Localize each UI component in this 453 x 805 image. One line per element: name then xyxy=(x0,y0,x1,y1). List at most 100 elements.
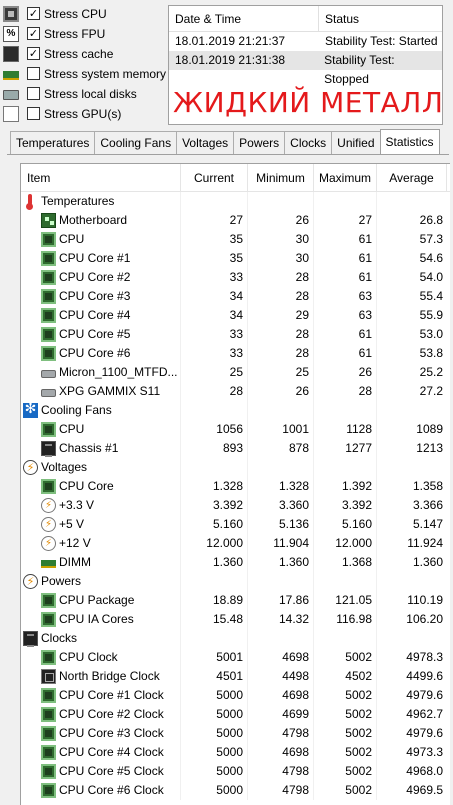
table-row[interactable]: CPU Core #2 Clock 5000 4699 5002 4962.7 xyxy=(21,705,450,724)
cell-maximum: 61 xyxy=(314,344,377,363)
table-row[interactable]: DIMM 1.360 1.360 1.368 1.360 xyxy=(21,553,450,572)
table-row[interactable]: CPU IA Cores 15.48 14.32 116.98 106.20 xyxy=(21,610,450,629)
cell-current: 34 xyxy=(181,287,248,306)
statistics-table: Item Current Minimum Maximum Average Tem… xyxy=(20,163,450,805)
log-row[interactable]: 18.01.2019 21:21:37 Stability Test: Star… xyxy=(169,32,442,51)
cell-maximum xyxy=(314,401,377,420)
table-row[interactable]: CPU Core #1 35 30 61 54.6 xyxy=(21,249,450,268)
table-group-row[interactable]: Clocks xyxy=(21,629,450,648)
tab-clocks[interactable]: Clocks xyxy=(284,131,333,154)
cell-maximum: 1.392 xyxy=(314,477,377,496)
log-row[interactable]: 18.01.2019 21:31:38 Stability Test: Stop… xyxy=(169,51,442,86)
cell-current: 5000 xyxy=(181,762,248,781)
table-row[interactable]: Chassis #1 893 878 1277 1213 xyxy=(21,439,450,458)
table-row[interactable]: CPU Core #5 33 28 61 53.0 xyxy=(21,325,450,344)
stress-option-memory[interactable]: Stress system memory xyxy=(3,64,166,83)
cell-item: CPU Core #2 xyxy=(21,268,181,287)
cell-maximum: 61 xyxy=(314,268,377,287)
northbridge-icon xyxy=(41,669,56,684)
table-row[interactable]: CPU 35 30 61 57.3 xyxy=(21,230,450,249)
tab-bar: Temperatures Cooling Fans Voltages Power… xyxy=(10,129,440,154)
cell-current: 33 xyxy=(181,325,248,344)
column-minimum[interactable]: Minimum xyxy=(248,164,314,191)
bolt-icon xyxy=(41,515,56,534)
column-item[interactable]: Item xyxy=(21,164,181,191)
checkbox[interactable] xyxy=(27,107,40,120)
tab-powers[interactable]: Powers xyxy=(233,131,286,154)
cell-maximum: 5002 xyxy=(314,686,377,705)
column-current[interactable]: Current xyxy=(181,164,248,191)
cell-minimum: 28 xyxy=(248,325,314,344)
stress-option-cpu[interactable]: ✓ Stress CPU xyxy=(3,4,107,23)
stress-option-gpu[interactable]: Stress GPU(s) xyxy=(3,104,121,123)
cell-minimum: 28 xyxy=(248,268,314,287)
table-row[interactable]: +5 V 5.1605.1365.160 5.147 xyxy=(21,515,450,534)
table-row[interactable]: CPU Clock 5001 4698 5002 4978.3 xyxy=(21,648,450,667)
cell-item: Motherboard xyxy=(21,211,181,230)
log-datetime: 18.01.2019 21:31:38 xyxy=(175,53,286,67)
table-row[interactable]: Motherboard 27 26 27 26.8 xyxy=(21,211,450,230)
tab-unified[interactable]: Unified xyxy=(331,131,381,154)
table-row[interactable]: North Bridge Clock 4501 4498 4502 4499.6 xyxy=(21,667,450,686)
cell-item: CPU Core #6 Clock xyxy=(21,781,181,800)
cell-item: CPU Core #4 Clock xyxy=(21,743,181,762)
log-header: Date & Time Status xyxy=(169,6,442,32)
column-average[interactable]: Average xyxy=(377,164,447,191)
checkbox[interactable] xyxy=(27,67,40,80)
table-group-row[interactable]: Cooling Fans xyxy=(21,401,450,420)
table-row[interactable]: CPU 1056 1001 1128 1089 xyxy=(21,420,450,439)
table-row[interactable]: XPG GAMMIX S11 28 26 28 27.2 xyxy=(21,382,450,401)
table-row[interactable]: +12 V 12.00011.90412.000 11.924 xyxy=(21,534,450,553)
cpu-icon xyxy=(3,5,19,22)
chip-icon xyxy=(41,764,56,779)
row-label: CPU Package xyxy=(59,593,135,607)
checkbox[interactable]: ✓ xyxy=(27,47,40,60)
table-row[interactable]: CPU Core #1 Clock 5000 4698 5002 4979.6 xyxy=(21,686,450,705)
cell-average: 27.2 xyxy=(419,384,443,398)
table-row[interactable]: +3.3 V 3.3923.3603.392 3.366 xyxy=(21,496,450,515)
tab-cooling-fans[interactable]: Cooling Fans xyxy=(94,131,178,154)
voltage-icon xyxy=(23,458,38,477)
checkbox[interactable]: ✓ xyxy=(27,7,40,20)
table-row[interactable]: CPU Core #2 33 28 61 54.0 xyxy=(21,268,450,287)
cell-current xyxy=(181,572,248,591)
table-row[interactable]: Micron_1100_MTFD... 25 25 26 25.2 xyxy=(21,363,450,382)
tab-statistics[interactable]: Statistics xyxy=(379,129,440,154)
column-maximum[interactable]: Maximum xyxy=(314,164,377,191)
cell-item: CPU Core #5 xyxy=(21,325,181,344)
cell-minimum: 5.136 xyxy=(248,515,314,534)
cell-average: 106.20 xyxy=(406,612,443,626)
table-row[interactable]: CPU Core #5 Clock 5000 4798 5002 4968.0 xyxy=(21,762,450,781)
stress-option-cache[interactable]: ✓ Stress cache xyxy=(3,44,113,63)
table-group-row[interactable]: Temperatures xyxy=(21,192,450,211)
chip-icon xyxy=(41,346,56,361)
row-label: Cooling Fans xyxy=(41,403,112,417)
checkbox[interactable]: ✓ xyxy=(27,27,40,40)
cell-average: 5.147 xyxy=(412,517,443,531)
table-row[interactable]: CPU Core #3 Clock 5000 4798 5002 4979.6 xyxy=(21,724,450,743)
table-row[interactable]: CPU Core #6 33 28 61 53.8 xyxy=(21,344,450,363)
column-status[interactable]: Status xyxy=(319,6,359,31)
stress-option-fpu[interactable]: % ✓ Stress FPU xyxy=(3,24,105,43)
cell-maximum xyxy=(314,629,377,648)
column-datetime[interactable]: Date & Time xyxy=(169,6,319,31)
table-row[interactable]: CPU Core #4 Clock 5000 4698 5002 4973.3 xyxy=(21,743,450,762)
cell-minimum: 4798 xyxy=(248,724,314,743)
cell-item: Powers xyxy=(21,572,181,591)
chip-icon xyxy=(41,327,56,342)
table-row[interactable]: CPU Package 18.89 17.86 121.05 110.19 xyxy=(21,591,450,610)
tab-voltages[interactable]: Voltages xyxy=(176,131,235,154)
cell-minimum: 30 xyxy=(248,249,314,268)
checkbox[interactable] xyxy=(27,87,40,100)
tab-temperatures[interactable]: Temperatures xyxy=(10,131,96,154)
table-row[interactable]: CPU Core #6 Clock 5000 4798 5002 4969.5 xyxy=(21,781,450,800)
table-row[interactable]: CPU Core 1.328 1.328 1.392 1.358 xyxy=(21,477,450,496)
cell-current: 5000 xyxy=(181,686,248,705)
table-group-row[interactable]: Voltages xyxy=(21,458,450,477)
table-group-row[interactable]: Powers xyxy=(21,572,450,591)
table-row[interactable]: CPU Core #3 34 28 63 55.4 xyxy=(21,287,450,306)
table-row[interactable]: CPU Core #4 34 29 63 55.9 xyxy=(21,306,450,325)
banner-text: ЖИДКИЙ МЕТАЛЛ xyxy=(173,86,444,119)
cell-maximum: 63 xyxy=(314,287,377,306)
stress-option-disks[interactable]: Stress local disks xyxy=(3,84,137,103)
